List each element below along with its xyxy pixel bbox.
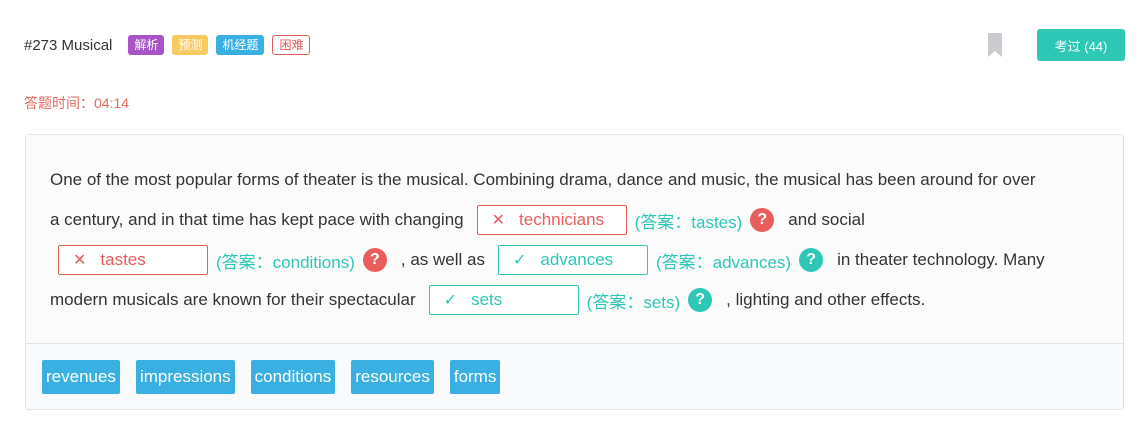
passage-line-4: modern musicals are known for their spec… (50, 285, 925, 315)
help-icon[interactable]: ? (362, 248, 387, 272)
passage-line-1: One of the most popular forms of theater… (50, 165, 1036, 195)
blank-value: sets (471, 290, 503, 309)
passage-text: a century, and in that time has kept pac… (50, 210, 464, 229)
passage-line-3: ✕ tastes (答案：conditions) ? , as well as … (58, 245, 1045, 275)
tag-analysis[interactable]: 解析 (128, 35, 165, 55)
word-options: revenues impressions conditions resource… (42, 360, 516, 394)
answer-timer: 答题时间：04:14 (24, 95, 130, 111)
help-icon[interactable]: ? (750, 208, 775, 232)
question-title: #273 Musical (24, 36, 113, 54)
help-icon[interactable]: ? (688, 288, 713, 312)
passage-text: , lighting and other effects. (726, 290, 926, 309)
blank-4[interactable]: ✓ sets (428, 285, 579, 315)
question-header: #273 Musical 解析 预测 机经题 困难 考过 (44) (24, 29, 1125, 61)
blank-value: technicians (519, 210, 605, 229)
passage-text: and social (788, 210, 865, 229)
option-impressions[interactable]: impressions (135, 360, 235, 394)
option-resources[interactable]: resources (351, 360, 434, 394)
correct-answer: (答案：sets) (586, 292, 681, 312)
wrong-icon: ✕ (491, 212, 506, 229)
check-icon: ✓ (512, 252, 527, 269)
question-panel: One of the most popular forms of theater… (25, 134, 1124, 410)
tag-machine-exam[interactable]: 机经题 (216, 35, 265, 55)
exam-count-button[interactable]: 考过 (44) (1037, 29, 1125, 61)
blank-1[interactable]: ✕ technicians (476, 205, 627, 235)
blank-3[interactable]: ✓ advances (497, 245, 648, 275)
passage-text: modern musicals are known for their spec… (50, 290, 416, 309)
correct-answer: (答案：tastes) (634, 212, 743, 232)
option-forms[interactable]: forms (449, 360, 501, 394)
blank-value: advances (540, 250, 614, 269)
passage-text: in theater technology. Many (837, 250, 1045, 269)
bookmark-icon[interactable] (987, 32, 1003, 58)
wrong-icon: ✕ (73, 252, 87, 269)
passage: One of the most popular forms of theater… (26, 135, 1123, 344)
help-icon[interactable]: ? (799, 248, 824, 272)
option-conditions[interactable]: conditions (250, 360, 336, 394)
blank-2[interactable]: ✕ tastes (58, 245, 208, 275)
passage-text: , as well as (400, 250, 485, 269)
passage-line-2: a century, and in that time has kept pac… (50, 205, 865, 235)
option-revenues[interactable]: revenues (42, 360, 120, 394)
tag-difficulty: 困难 (272, 35, 311, 55)
tag-prediction[interactable]: 预测 (172, 35, 209, 55)
blank-value: tastes (100, 250, 146, 269)
correct-answer: (答案：advances) (655, 252, 792, 272)
correct-answer: (答案：conditions) (216, 252, 355, 272)
check-icon: ✓ (443, 292, 458, 309)
passage-text: One of the most popular forms of theater… (50, 170, 1036, 189)
